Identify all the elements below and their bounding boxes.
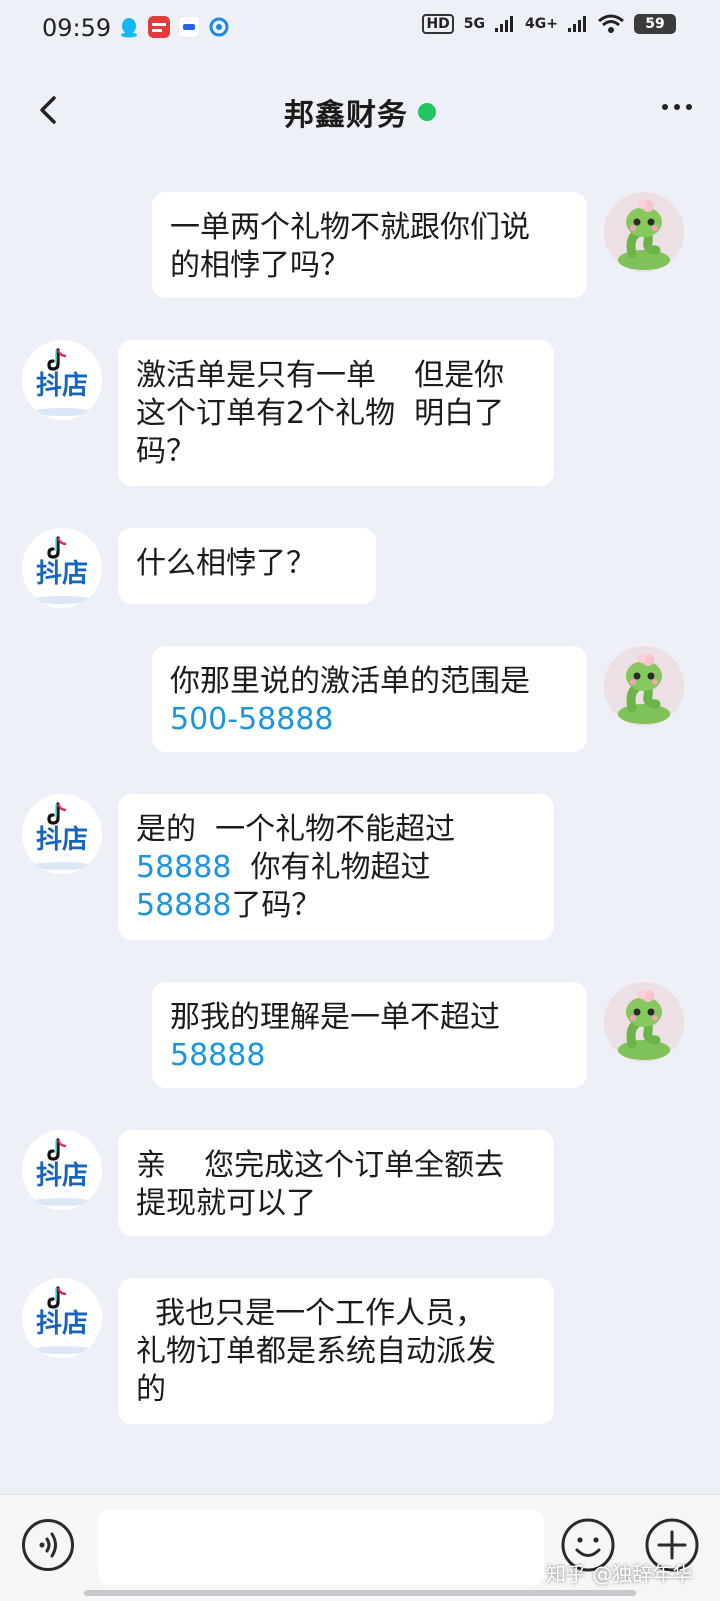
signal-4g: 4G+ bbox=[525, 16, 558, 32]
status-time: 09:59 bbox=[42, 14, 112, 42]
shop-avatar[interactable]: 抖店 bbox=[22, 1278, 102, 1358]
user-avatar[interactable] bbox=[604, 982, 684, 1062]
browser-app-icon bbox=[209, 17, 229, 37]
online-status-dot bbox=[418, 103, 436, 121]
user-avatar[interactable] bbox=[604, 192, 684, 272]
shop-avatar[interactable]: 抖店 bbox=[22, 528, 102, 608]
message-bubble: 亲 您完成这个订单全额去 提现就可以了 bbox=[118, 1130, 554, 1236]
shop-avatar[interactable]: 抖店 bbox=[22, 340, 102, 420]
shop-avatar[interactable]: 抖店 bbox=[22, 1130, 102, 1210]
shop-avatar[interactable]: 抖店 bbox=[22, 794, 102, 874]
more-options-icon[interactable] bbox=[662, 104, 692, 110]
qq-icon bbox=[121, 18, 137, 38]
number-link[interactable]: 58888 bbox=[136, 850, 231, 885]
signal-bars-icon bbox=[568, 16, 586, 32]
zhihu-watermark: 知乎 @独辞年华 bbox=[546, 1562, 693, 1586]
snake-avatar-image bbox=[604, 982, 684, 1062]
shop-avatar-label: 抖店 bbox=[36, 1161, 88, 1191]
message-text: 激活单是只有一单 但是你 这个订单有2个礼物 明白了 码？ bbox=[136, 358, 505, 469]
status-indicators: HD 5G 4G+ 59 bbox=[422, 14, 676, 34]
message-bubble: 我也只是一个工作人员， 礼物订单都是系统自动派发 的 bbox=[118, 1278, 554, 1424]
voice-input-button[interactable] bbox=[22, 1519, 74, 1571]
number-link[interactable]: 58888 bbox=[170, 1038, 265, 1073]
message-text: 是的 一个礼物不能超过 bbox=[136, 812, 456, 847]
douyin-shop-logo: 抖店 bbox=[22, 528, 102, 608]
message-bubble: 你那里说的激活单的范围是 500-58888 bbox=[152, 646, 587, 752]
chat-header: 邦鑫财务 bbox=[0, 60, 720, 160]
signal-5g: 5G bbox=[463, 16, 486, 32]
message-bubble: 那我的理解是一单不超过 58888 bbox=[152, 982, 587, 1088]
chat-title: 邦鑫财务 bbox=[284, 98, 408, 133]
message-text: 你那里说的激活单的范围是 bbox=[170, 664, 530, 699]
number-link[interactable]: 58888 bbox=[136, 888, 231, 923]
shop-avatar-label: 抖店 bbox=[36, 559, 88, 589]
message-bubble: 激活单是只有一单 但是你 这个订单有2个礼物 明白了 码？ bbox=[118, 340, 554, 486]
shop-avatar-label: 抖店 bbox=[36, 825, 88, 855]
message-text: 什么相悖了？ bbox=[136, 546, 316, 581]
message-text: 我也只是一个工作人员， 礼物订单都是系统自动派发 的 bbox=[136, 1296, 496, 1407]
message-bubble: 是的 一个礼物不能超过 58888 你有礼物超过 58888了码？ bbox=[118, 794, 554, 940]
news-app-icon bbox=[148, 16, 170, 38]
number-link[interactable]: 500-58888 bbox=[170, 702, 334, 737]
snake-avatar-image bbox=[604, 646, 684, 726]
douyin-shop-logo: 抖店 bbox=[22, 794, 102, 874]
douyin-shop-logo: 抖店 bbox=[22, 340, 102, 420]
snake-avatar-image bbox=[604, 192, 684, 272]
message-input[interactable] bbox=[98, 1509, 544, 1585]
message-text: 一单两个礼物不就跟你们说 的相悖了吗？ bbox=[170, 210, 530, 283]
message-bubble: 一单两个礼物不就跟你们说 的相悖了吗？ bbox=[152, 192, 587, 298]
signal-bars-icon bbox=[495, 16, 514, 32]
message-text: 你有礼物超过 bbox=[250, 850, 431, 885]
douyin-shop-logo: 抖店 bbox=[22, 1278, 102, 1358]
home-indicator[interactable] bbox=[84, 1590, 636, 1596]
status-app-icons bbox=[118, 16, 230, 38]
message-text: 了码？ bbox=[231, 888, 322, 923]
shop-avatar-label: 抖店 bbox=[36, 371, 88, 401]
shop-avatar-label: 抖店 bbox=[36, 1309, 88, 1339]
message-text: 亲 您完成这个订单全额去 提现就可以了 bbox=[136, 1148, 505, 1221]
douyin-shop-logo: 抖店 bbox=[22, 1130, 102, 1210]
message-bubble: 什么相悖了？ bbox=[118, 528, 376, 604]
wifi-icon bbox=[598, 14, 624, 33]
title-area: 邦鑫财务 bbox=[0, 90, 720, 134]
voice-icon bbox=[39, 1532, 57, 1558]
status-bar: 09:59 HD 5G 4G+ 59 bbox=[0, 0, 720, 56]
hg-app-icon bbox=[178, 16, 200, 38]
user-avatar[interactable] bbox=[604, 646, 684, 726]
hd-indicator: HD bbox=[422, 14, 454, 34]
battery-level: 59 bbox=[634, 14, 676, 34]
message-text: 那我的理解是一单不超过 bbox=[170, 1000, 500, 1035]
